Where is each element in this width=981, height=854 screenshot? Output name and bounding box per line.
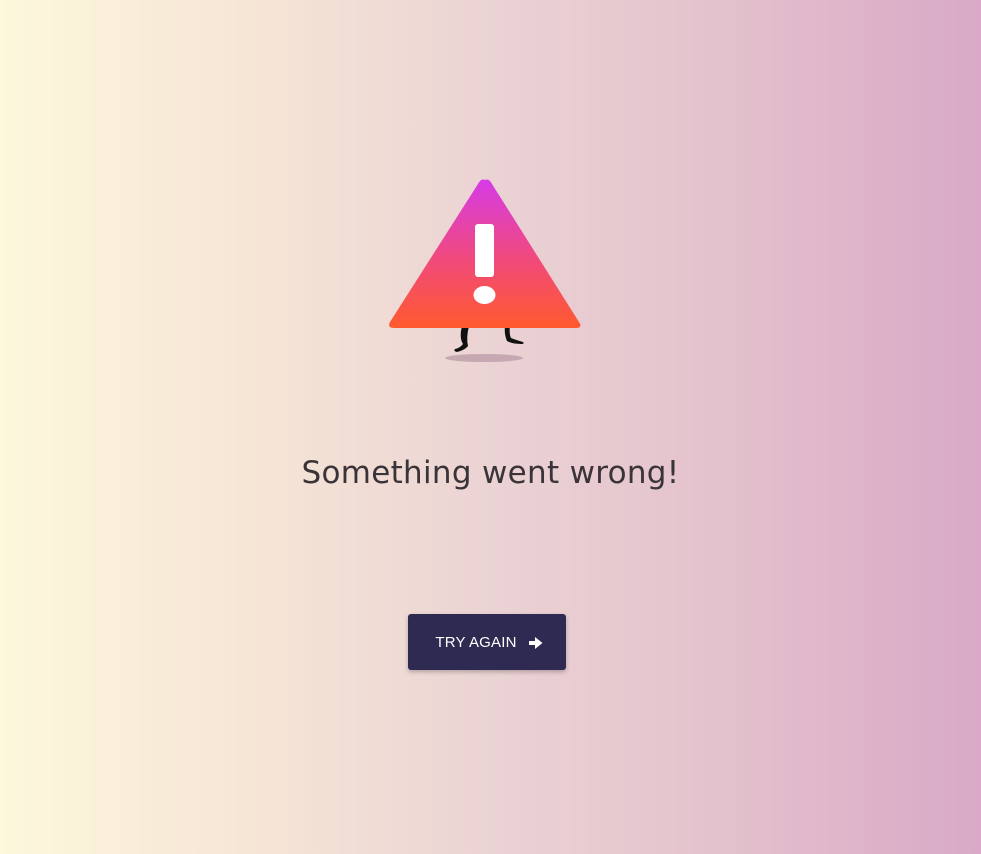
arrow-right-icon xyxy=(528,637,543,649)
error-page: Something went wrong! TRY AGAIN xyxy=(0,0,981,854)
try-again-label: TRY AGAIN xyxy=(435,633,517,651)
error-headline: Something went wrong! xyxy=(301,455,680,491)
exclamation-dot xyxy=(473,286,496,304)
right-leg xyxy=(504,326,524,344)
left-leg xyxy=(454,326,469,352)
try-again-button[interactable]: TRY AGAIN xyxy=(408,614,566,670)
exclamation-bar xyxy=(475,224,494,277)
shadow xyxy=(445,354,523,362)
walking-warning-triangle-icon xyxy=(389,179,581,362)
